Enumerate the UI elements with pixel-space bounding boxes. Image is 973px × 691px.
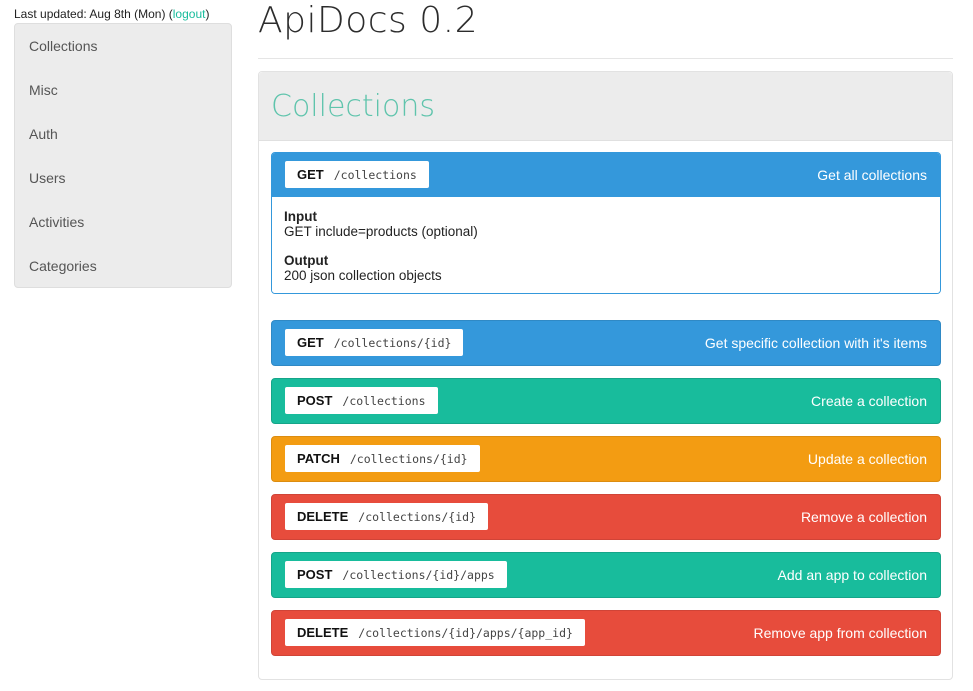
endpoint-badge: GET /collections bbox=[285, 161, 429, 188]
endpoint-post-collection-apps: POST /collections/{id}/apps Add an app t… bbox=[271, 552, 941, 598]
endpoint-description: Remove app from collection bbox=[753, 625, 927, 641]
endpoint-badge: PATCH /collections/{id} bbox=[285, 445, 480, 472]
output-value: 200 json collection objects bbox=[284, 268, 442, 283]
endpoint-description: Create a collection bbox=[811, 393, 927, 409]
input-label: Input bbox=[284, 209, 317, 224]
last-updated-suffix: ) bbox=[205, 7, 210, 21]
http-method: GET bbox=[297, 335, 324, 350]
endpoint-path: /collections/{id}/apps/{app_id} bbox=[358, 625, 573, 640]
endpoint-badge: GET /collections/{id} bbox=[285, 329, 464, 356]
endpoint-header[interactable]: DELETE /collections/{id} Remove a collec… bbox=[272, 495, 940, 539]
endpoint-path: /collections bbox=[342, 393, 426, 408]
sidebar-item-categories[interactable]: Categories bbox=[15, 244, 231, 288]
endpoint-header[interactable]: PATCH /collections/{id} Update a collect… bbox=[272, 437, 940, 481]
endpoint-delete-collection: DELETE /collections/{id} Remove a collec… bbox=[271, 494, 941, 540]
http-method: DELETE bbox=[297, 625, 349, 640]
endpoint-header[interactable]: POST /collections Create a collection bbox=[272, 379, 940, 423]
endpoint-post-collections: POST /collections Create a collection bbox=[271, 378, 941, 424]
section-title: Collections bbox=[271, 89, 436, 124]
endpoint-badge: POST /collections/{id}/apps bbox=[285, 561, 507, 588]
sidebar-item-collections[interactable]: Collections bbox=[15, 24, 231, 68]
logout-link[interactable]: logout bbox=[173, 7, 206, 21]
endpoint-path: /collections/{id} bbox=[349, 451, 468, 466]
endpoint-path: /collections/{id} bbox=[333, 335, 452, 350]
endpoint-header[interactable]: POST /collections/{id}/apps Add an app t… bbox=[272, 553, 940, 597]
collections-panel: Collections GET /collections Get all col… bbox=[258, 71, 953, 680]
endpoint-description: Update a collection bbox=[807, 451, 927, 467]
endpoint-details: Input GET include=products (optional) Ou… bbox=[272, 197, 940, 293]
title-divider bbox=[258, 58, 953, 59]
endpoint-description: Get specific collection with it's items bbox=[704, 335, 927, 351]
endpoint-header[interactable]: DELETE /collections/{id}/apps/{app_id} R… bbox=[272, 611, 940, 655]
endpoint-path: /collections/{id}/apps bbox=[342, 567, 495, 582]
endpoint-description: Remove a collection bbox=[800, 509, 927, 525]
http-method: POST bbox=[297, 393, 333, 408]
http-method: DELETE bbox=[297, 509, 349, 524]
output-label: Output bbox=[284, 253, 329, 268]
endpoint-patch-collection: PATCH /collections/{id} Update a collect… bbox=[271, 436, 941, 482]
endpoint-delete-collection-app: DELETE /collections/{id}/apps/{app_id} R… bbox=[271, 610, 941, 656]
http-method: POST bbox=[297, 567, 333, 582]
sidebar-nav: Collections Misc Auth Users Activities C… bbox=[14, 23, 232, 288]
endpoint-description: Get all collections bbox=[817, 167, 927, 183]
http-method: GET bbox=[297, 167, 324, 182]
sidebar-item-users[interactable]: Users bbox=[15, 156, 231, 200]
sidebar-item-auth[interactable]: Auth bbox=[15, 112, 231, 156]
endpoint-header[interactable]: GET /collections/{id} Get specific colle… bbox=[272, 321, 940, 365]
last-updated-text: Last updated: Aug 8th (Mon) (logout) bbox=[14, 7, 209, 21]
endpoint-path: /collections/{id} bbox=[358, 509, 476, 524]
endpoint-badge: POST /collections bbox=[285, 387, 438, 414]
input-value: GET include=products (optional) bbox=[284, 224, 478, 239]
sidebar-item-misc[interactable]: Misc bbox=[15, 68, 231, 112]
endpoint-header[interactable]: GET /collections Get all collections bbox=[272, 153, 940, 197]
last-updated-label: Last updated: Aug 8th (Mon) ( bbox=[14, 7, 173, 21]
endpoint-badge: DELETE /collections/{id} bbox=[285, 503, 488, 530]
endpoint-description: Add an app to collection bbox=[777, 567, 927, 583]
endpoint-path: /collections bbox=[333, 167, 417, 182]
http-method: PATCH bbox=[297, 451, 340, 466]
endpoint-get-collections: GET /collections Get all collections Inp… bbox=[271, 152, 941, 294]
page-title: ApiDocs 0.2 bbox=[258, 0, 478, 41]
endpoint-get-collection-by-id: GET /collections/{id} Get specific colle… bbox=[271, 320, 941, 366]
endpoint-badge: DELETE /collections/{id}/apps/{app_id} bbox=[285, 619, 585, 646]
sidebar-item-activities[interactable]: Activities bbox=[15, 200, 231, 244]
